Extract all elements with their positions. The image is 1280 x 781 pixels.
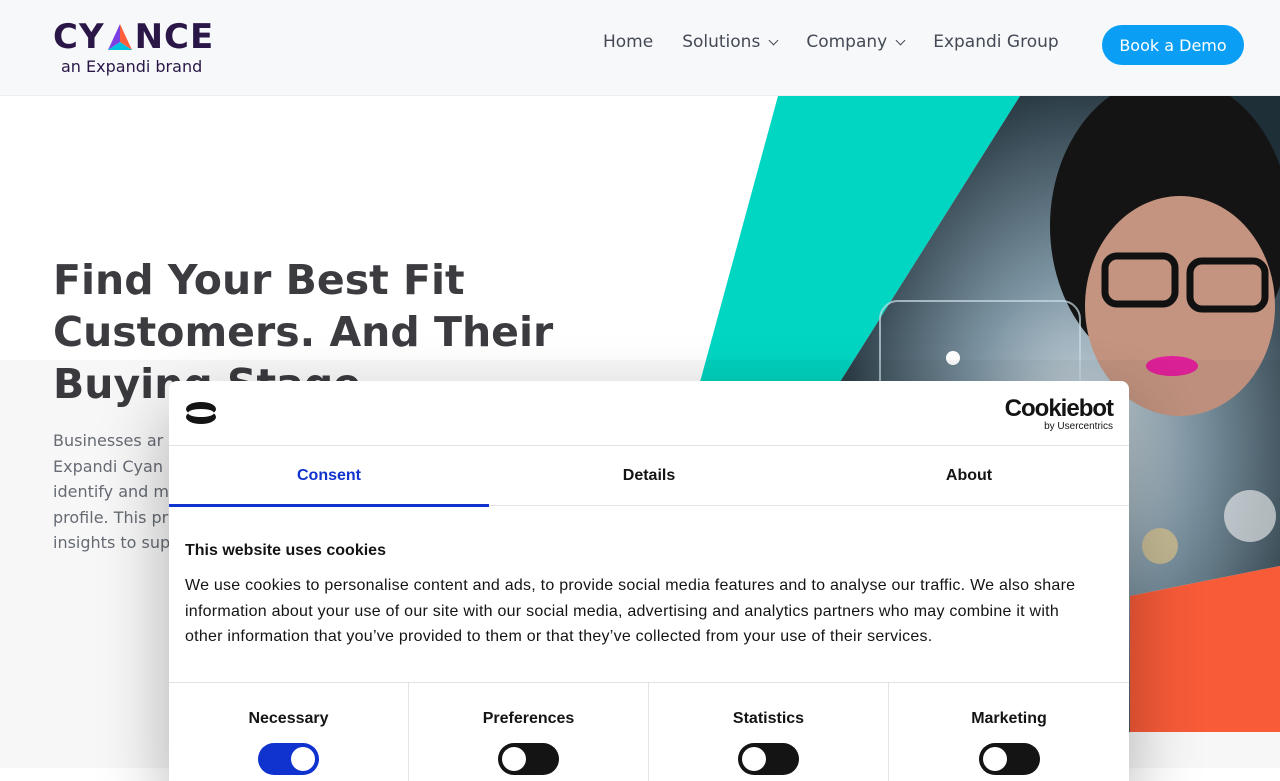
toggle-necessary-group: Necessary: [169, 683, 409, 781]
logo-wordmark: CY NCE: [53, 17, 215, 57]
cookie-description: We use cookies to personalise content an…: [185, 573, 1113, 650]
toggle-statistics[interactable]: [738, 743, 799, 775]
toggle-knob: [742, 747, 766, 771]
dialog-header: Cookiebot by Usercentrics: [169, 381, 1129, 446]
nav-company[interactable]: Company: [806, 32, 906, 52]
nav-expandi-group-label: Expandi Group: [933, 32, 1059, 52]
cookie-heading: This website uses cookies: [185, 542, 386, 559]
cookie-description-line: other information that you’ve provided t…: [185, 628, 933, 646]
nav-solutions-label: Solutions: [682, 32, 761, 52]
tab-consent[interactable]: Consent: [169, 446, 489, 507]
chevron-down-icon: [768, 35, 779, 45]
toggle-preferences[interactable]: [498, 743, 559, 775]
hero-title-line: Customers. And Their: [53, 308, 554, 356]
cookiebot-name: Cookiebot: [1004, 395, 1114, 422]
cookie-consent-dialog: Cookiebot by Usercentrics Consent Detail…: [169, 381, 1129, 781]
nav-home-label: Home: [603, 32, 654, 52]
toggle-knob: [502, 747, 526, 771]
cookiebot-logo[interactable]: Cookiebot by Usercentrics: [1004, 395, 1114, 432]
toggle-knob: [982, 747, 1007, 771]
logo-triangle-icon: [107, 24, 132, 50]
toggle-marketing-label: Marketing: [971, 710, 1047, 727]
nav-solutions[interactable]: Solutions: [682, 32, 779, 52]
chevron-down-icon: [895, 35, 906, 45]
logo-subtitle: an Expandi brand: [61, 57, 203, 76]
hero-title-line: Find Your Best Fit: [53, 256, 465, 304]
nav-company-label: Company: [806, 32, 888, 52]
toggle-necessary-label: Necessary: [248, 710, 329, 727]
toggle-necessary[interactable]: [258, 743, 319, 775]
toggle-statistics-group: Statistics: [649, 683, 889, 781]
toggle-marketing-group: Marketing: [889, 683, 1129, 781]
site-header: CY NCE an Expandi brand Home Solutions C…: [0, 0, 1280, 96]
consent-toggles: Necessary Preferences Statistics Marketi…: [169, 682, 1129, 781]
toggle-preferences-label: Preferences: [482, 710, 575, 727]
main-nav: Home Solutions Company Expandi Group: [603, 32, 1088, 52]
toggle-knob: [291, 747, 315, 771]
toggle-preferences-group: Preferences: [409, 683, 649, 781]
nav-home[interactable]: Home: [603, 32, 653, 52]
book-demo-button[interactable]: Book a Demo: [1102, 25, 1244, 65]
toggle-marketing[interactable]: [978, 743, 1040, 775]
toggle-statistics-label: Statistics: [732, 710, 805, 727]
cyance-logo[interactable]: CY NCE an Expandi brand: [53, 18, 223, 80]
tab-about[interactable]: About: [809, 446, 1129, 506]
cookie-icon: [186, 402, 216, 424]
cookiebot-by: by Usercentrics: [1044, 421, 1113, 432]
nav-expandi-group[interactable]: Expandi Group: [933, 32, 1058, 52]
consent-tabs: Consent Details About: [169, 446, 1129, 507]
cookie-description-line: information about your use of our site w…: [185, 602, 1059, 620]
tab-details[interactable]: Details: [489, 446, 809, 506]
dialog-body: This website uses cookies We use cookies…: [169, 506, 1129, 650]
cookie-description-line: We use cookies to personalise content an…: [185, 577, 1076, 594]
